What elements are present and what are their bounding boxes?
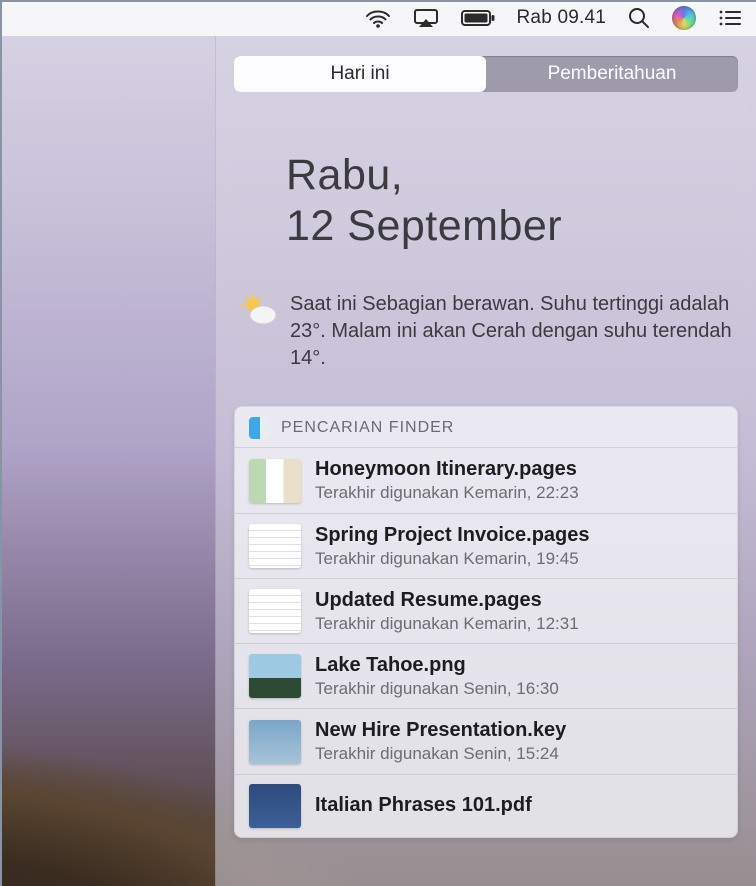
today-date: Rabu, 12 September — [286, 150, 738, 251]
airplay-icon[interactable] — [413, 0, 439, 36]
file-meta: Lake Tahoe.pngTerakhir digunakan Senin, … — [315, 653, 559, 699]
tab-notifications[interactable]: Pemberitahuan — [486, 56, 738, 92]
today-notifications-segmented: Hari ini Pemberitahuan — [234, 56, 738, 92]
file-name: Updated Resume.pages — [315, 588, 579, 613]
spotlight-icon[interactable] — [628, 0, 650, 36]
file-thumbnail — [249, 720, 301, 764]
file-meta: Spring Project Invoice.pagesTerakhir dig… — [315, 523, 590, 569]
finder-file-row[interactable]: Honeymoon Itinerary.pagesTerakhir diguna… — [235, 447, 737, 512]
finder-search-widget: PENCARIAN FINDER Honeymoon Itinerary.pag… — [234, 406, 738, 837]
finder-file-list: Honeymoon Itinerary.pagesTerakhir diguna… — [235, 447, 737, 836]
notification-center-panel: Hari ini Pemberitahuan Rabu, 12 Septembe… — [215, 36, 756, 886]
finder-file-row[interactable]: Italian Phrases 101.pdf — [235, 774, 737, 837]
weather-partly-cloudy-icon — [240, 293, 278, 372]
date-line-1: Rabu, — [286, 150, 738, 201]
file-name: New Hire Presentation.key — [315, 718, 566, 743]
file-subtitle: Terakhir digunakan Senin, 16:30 — [315, 678, 559, 699]
file-subtitle: Terakhir digunakan Senin, 15:24 — [315, 743, 566, 764]
file-thumbnail — [249, 784, 301, 828]
file-thumbnail — [249, 524, 301, 568]
finder-widget-header: PENCARIAN FINDER — [235, 407, 737, 447]
file-meta: Honeymoon Itinerary.pagesTerakhir diguna… — [315, 457, 579, 503]
file-name: Honeymoon Itinerary.pages — [315, 457, 579, 482]
finder-widget-title: PENCARIAN FINDER — [281, 419, 454, 437]
date-line-2: 12 September — [286, 201, 738, 252]
file-thumbnail — [249, 459, 301, 503]
notification-center-icon[interactable] — [718, 0, 742, 36]
menubar-clock[interactable]: Rab 09.41 — [517, 7, 606, 29]
siri-icon[interactable] — [672, 0, 696, 36]
file-meta: Updated Resume.pagesTerakhir digunakan K… — [315, 588, 579, 634]
file-subtitle: Terakhir digunakan Kemarin, 12:31 — [315, 613, 579, 634]
file-subtitle: Terakhir digunakan Kemarin, 19:45 — [315, 548, 590, 569]
file-subtitle: Terakhir digunakan Kemarin, 22:23 — [315, 482, 579, 503]
tab-today[interactable]: Hari ini — [234, 56, 486, 92]
weather-summary-text: Saat ini Sebagian berawan. Suhu tertingg… — [290, 291, 732, 372]
finder-file-row[interactable]: Lake Tahoe.pngTerakhir digunakan Senin, … — [235, 643, 737, 708]
weather-widget[interactable]: Saat ini Sebagian berawan. Suhu tertingg… — [240, 291, 732, 372]
finder-file-row[interactable]: New Hire Presentation.keyTerakhir diguna… — [235, 708, 737, 773]
file-thumbnail — [249, 589, 301, 633]
finder-file-row[interactable]: Updated Resume.pagesTerakhir digunakan K… — [235, 578, 737, 643]
finder-icon — [249, 417, 271, 439]
battery-icon[interactable] — [461, 0, 495, 36]
finder-file-row[interactable]: Spring Project Invoice.pagesTerakhir dig… — [235, 513, 737, 578]
file-thumbnail — [249, 654, 301, 698]
menubar: Rab 09.41 — [0, 0, 756, 36]
file-name: Spring Project Invoice.pages — [315, 523, 590, 548]
file-meta: New Hire Presentation.keyTerakhir diguna… — [315, 718, 566, 764]
file-name: Italian Phrases 101.pdf — [315, 793, 532, 818]
wifi-icon[interactable] — [365, 0, 391, 36]
file-meta: Italian Phrases 101.pdf — [315, 793, 532, 818]
file-name: Lake Tahoe.png — [315, 653, 559, 678]
